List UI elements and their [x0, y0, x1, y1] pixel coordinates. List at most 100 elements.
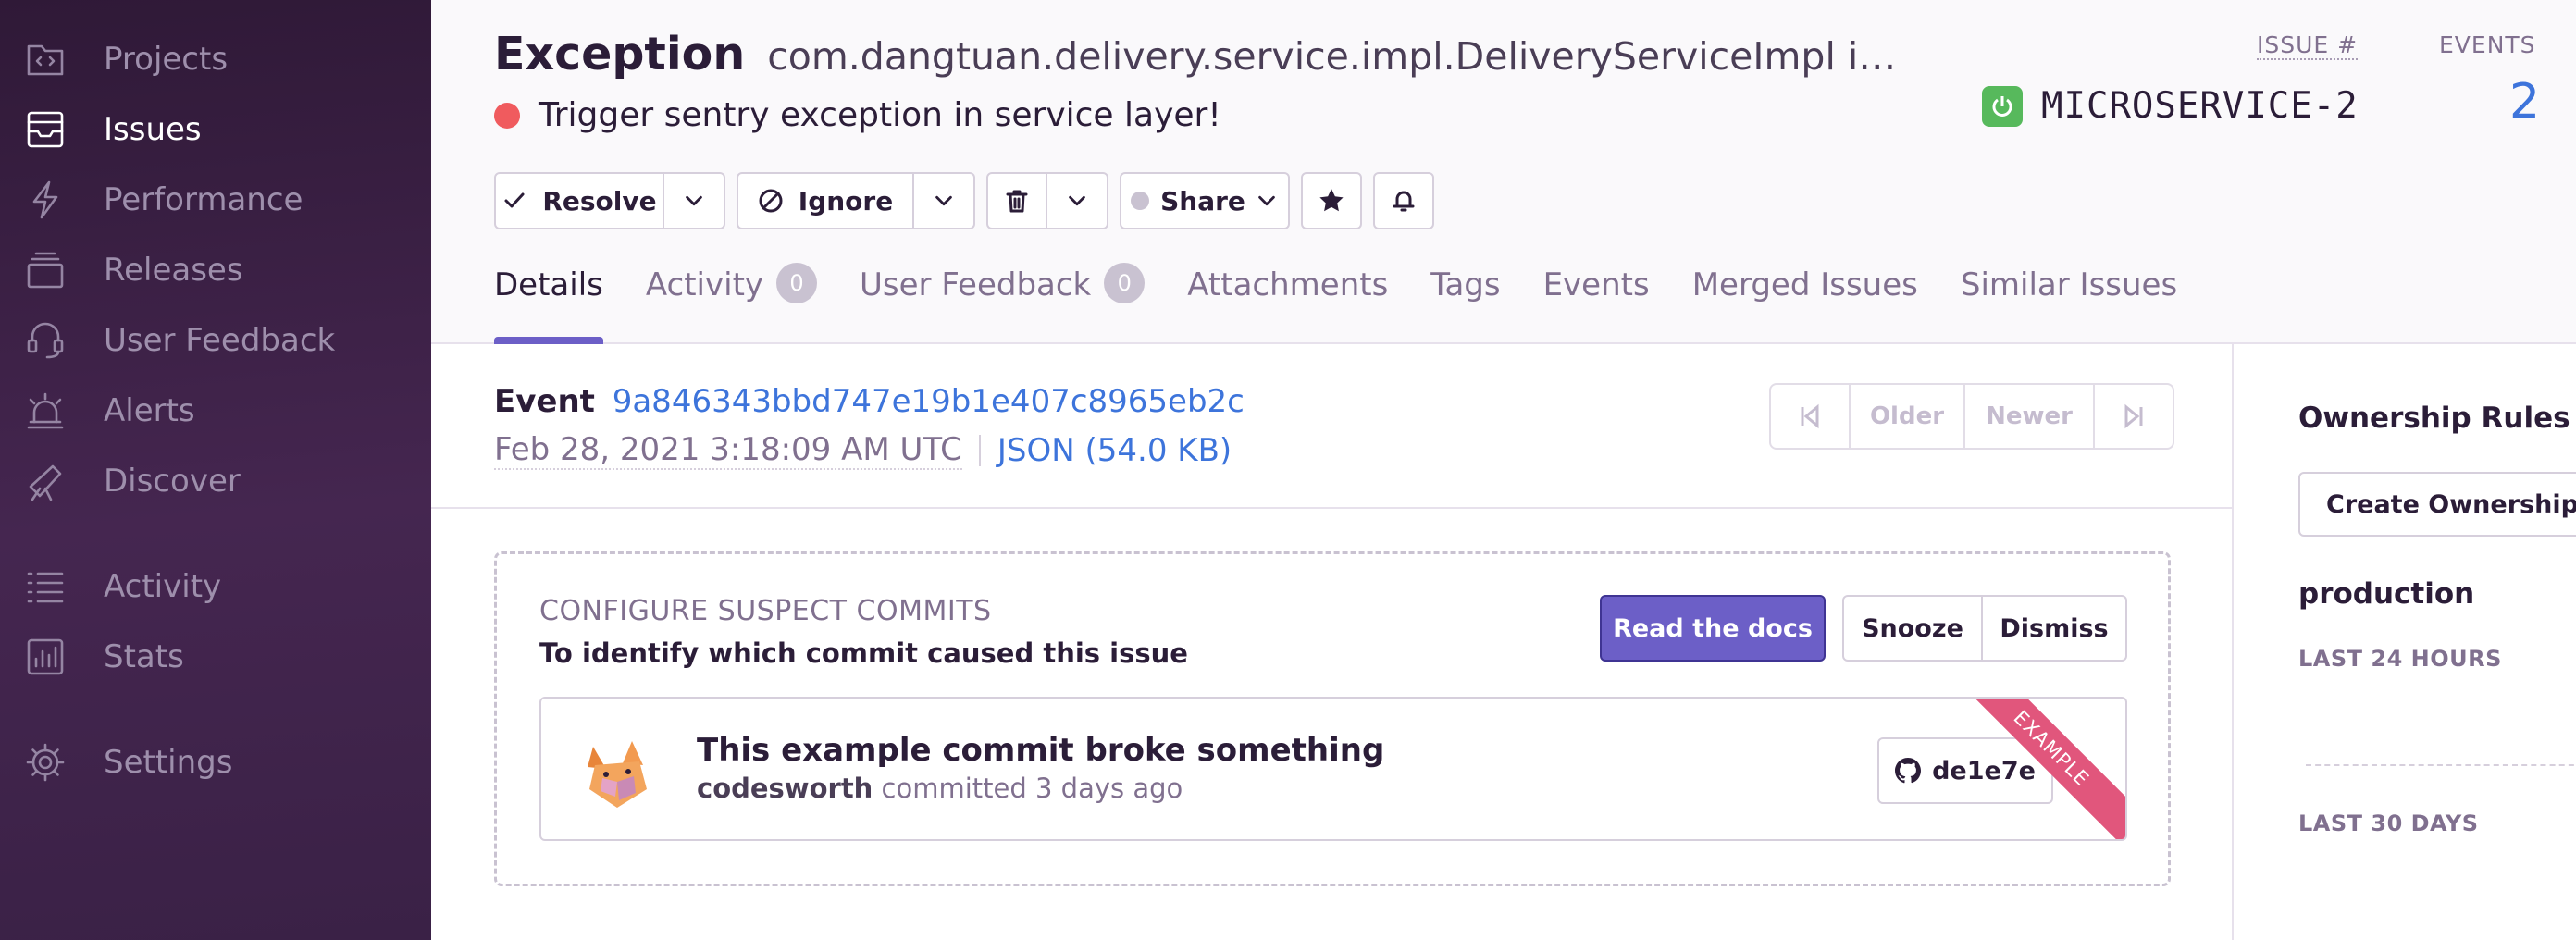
suspect-commits-subtitle: To identify which commit caused this iss…	[539, 637, 1188, 669]
issue-short-id: MICROSERVICE-2	[2041, 85, 2359, 127]
bookmark-button[interactable]	[1301, 172, 1362, 229]
create-ownership-rule-button[interactable]: Create Ownership Rule	[2298, 472, 2576, 537]
commit-meta: codesworth committed 3 days ago	[697, 773, 1183, 804]
read-docs-button[interactable]: Read the docs	[1600, 595, 1826, 662]
issue-actions: Resolve Ignore Share	[494, 172, 1434, 229]
chevron-down-icon	[1258, 195, 1275, 206]
check-icon	[504, 192, 525, 208]
commit-sha: de1e7e	[1932, 756, 2036, 785]
sidebar-item-label: Alerts	[104, 392, 195, 429]
project-power-icon	[1982, 85, 2023, 127]
ignore-dropdown-button[interactable]	[914, 172, 975, 229]
sidebar-item-releases[interactable]: Releases	[22, 242, 243, 298]
sidebar-item-stats[interactable]: Stats	[22, 629, 184, 685]
share-label: Share	[1160, 185, 1245, 216]
sidebar-item-activity[interactable]: Activity	[22, 559, 221, 614]
suspect-commits-panel: CONFIGURE SUSPECT COMMITS To identify wh…	[494, 551, 2171, 886]
newer-button[interactable]: Newer	[1965, 385, 2095, 448]
issue-header: Exception com.dangtuan.delivery.service.…	[431, 0, 2576, 344]
sidebar-item-performance[interactable]: Performance	[22, 172, 303, 228]
events-count[interactable]: 2	[2509, 74, 2540, 130]
tab-label: Tags	[1430, 266, 1501, 303]
tab-label: Attachments	[1187, 266, 1389, 303]
activity-icon	[22, 563, 68, 610]
suspect-commits-title: CONFIGURE SUSPECT COMMITS	[539, 595, 992, 627]
event-label: Event	[494, 383, 595, 420]
issues-icon	[22, 106, 68, 153]
last-24-hours-label: LAST 24 HOURS	[2298, 646, 2502, 672]
delete-dropdown-button[interactable]	[1047, 172, 1108, 229]
sidebar-item-settings[interactable]: Settings	[22, 735, 232, 790]
sidebar-item-projects[interactable]: Projects	[22, 31, 228, 87]
last-30-days-label: LAST 30 DAYS	[2298, 810, 2479, 836]
ownership-rules-label: Ownership Rules	[2298, 402, 2570, 435]
tab-count-badge: 0	[776, 263, 818, 303]
tab-merged-issues[interactable]: Merged Issues	[1692, 266, 1918, 344]
newest-button[interactable]	[2095, 385, 2173, 448]
issue-title: Exception com.dangtuan.delivery.service.…	[494, 28, 1914, 80]
snooze-dismiss-group: Snooze Dismiss	[1842, 595, 2127, 662]
commit-message: This example commit broke something	[697, 732, 1385, 769]
sidebar-item-label: Discover	[104, 463, 241, 500]
event-date: Feb 28, 2021 3:18:09 AM UTC	[494, 431, 962, 470]
delete-button[interactable]	[986, 172, 1047, 229]
sidebar-item-discover[interactable]: Discover	[22, 453, 241, 509]
ignore-icon	[759, 189, 783, 213]
tab-attachments[interactable]: Attachments	[1187, 266, 1388, 344]
issue-message-text: Trigger sentry exception in service laye…	[539, 96, 1221, 134]
sidebar-item-issues[interactable]: Issues	[22, 102, 202, 157]
performance-icon	[22, 177, 68, 223]
sidebar-item-label: Performance	[104, 181, 303, 218]
issue-id-badge[interactable]: MICROSERVICE-2	[1982, 85, 2359, 127]
sidebar-item-label: Activity	[104, 568, 222, 605]
ownership-rules-title: Ownership Rules ?	[2298, 402, 2576, 435]
tab-label: Merged Issues	[1691, 266, 1918, 303]
tab-label: Activity	[645, 266, 764, 303]
releases-icon	[22, 247, 68, 293]
event-id-link[interactable]: 9a846343bbd747e19b1e407c8965eb2c	[613, 383, 1245, 420]
sidebar: Projects Issues Performance Releases Use…	[0, 0, 431, 940]
tab-label: User Feedback	[860, 266, 1092, 303]
issue-sidebar: Ownership Rules ? Create Ownership Rule …	[2234, 344, 2576, 940]
tab-label: Events	[1542, 266, 1650, 303]
ignore-group: Ignore	[737, 172, 975, 229]
chevron-down-icon	[935, 195, 952, 206]
resolve-button[interactable]: Resolve	[494, 172, 664, 229]
tab-details[interactable]: Details	[494, 266, 603, 344]
event-pager: Older Newer	[1769, 383, 2174, 450]
ignore-label: Ignore	[798, 185, 894, 216]
projects-icon	[22, 36, 68, 82]
divider	[978, 435, 981, 466]
event-main: Event 9a846343bbd747e19b1e407c8965eb2c F…	[431, 344, 2234, 940]
author-avatar	[588, 741, 647, 808]
skip-first-icon	[1801, 403, 1819, 429]
older-button[interactable]: Older	[1851, 385, 1965, 448]
issue-culprit: com.dangtuan.delivery.service.impl.Deliv…	[767, 34, 1914, 79]
events-label: EVENTS	[2439, 31, 2536, 58]
share-button[interactable]: Share	[1120, 172, 1290, 229]
tab-activity[interactable]: Activity 0	[645, 263, 818, 344]
dismiss-button[interactable]: Dismiss	[1983, 597, 2125, 660]
oldest-button[interactable]	[1771, 385, 1851, 448]
subscribe-button[interactable]	[1373, 172, 1434, 229]
tab-count-badge: 0	[1104, 263, 1146, 303]
issue-message: Trigger sentry exception in service laye…	[494, 96, 1221, 134]
error-level-dot	[494, 102, 520, 129]
json-link[interactable]: JSON (54.0 KB)	[997, 432, 1232, 469]
commit-author: codesworth	[697, 773, 873, 804]
sidebar-item-label: User Feedback	[104, 322, 336, 359]
tab-events[interactable]: Events	[1543, 266, 1650, 344]
user-feedback-icon	[22, 317, 68, 364]
tab-tags[interactable]: Tags	[1430, 266, 1500, 344]
sidebar-item-alerts[interactable]: Alerts	[22, 383, 195, 439]
ignore-button[interactable]: Ignore	[737, 172, 914, 229]
commit-time: committed 3 days ago	[881, 773, 1183, 804]
resolve-dropdown-button[interactable]	[664, 172, 725, 229]
sidebar-item-user-feedback[interactable]: User Feedback	[22, 313, 335, 368]
trash-icon	[1006, 190, 1028, 213]
tab-similar-issues[interactable]: Similar Issues	[1961, 266, 2177, 344]
sparkline-24h	[2306, 764, 2576, 766]
snooze-button[interactable]: Snooze	[1844, 597, 1983, 660]
tab-label: Similar Issues	[1960, 266, 2178, 303]
tab-user-feedback[interactable]: User Feedback 0	[860, 263, 1146, 344]
